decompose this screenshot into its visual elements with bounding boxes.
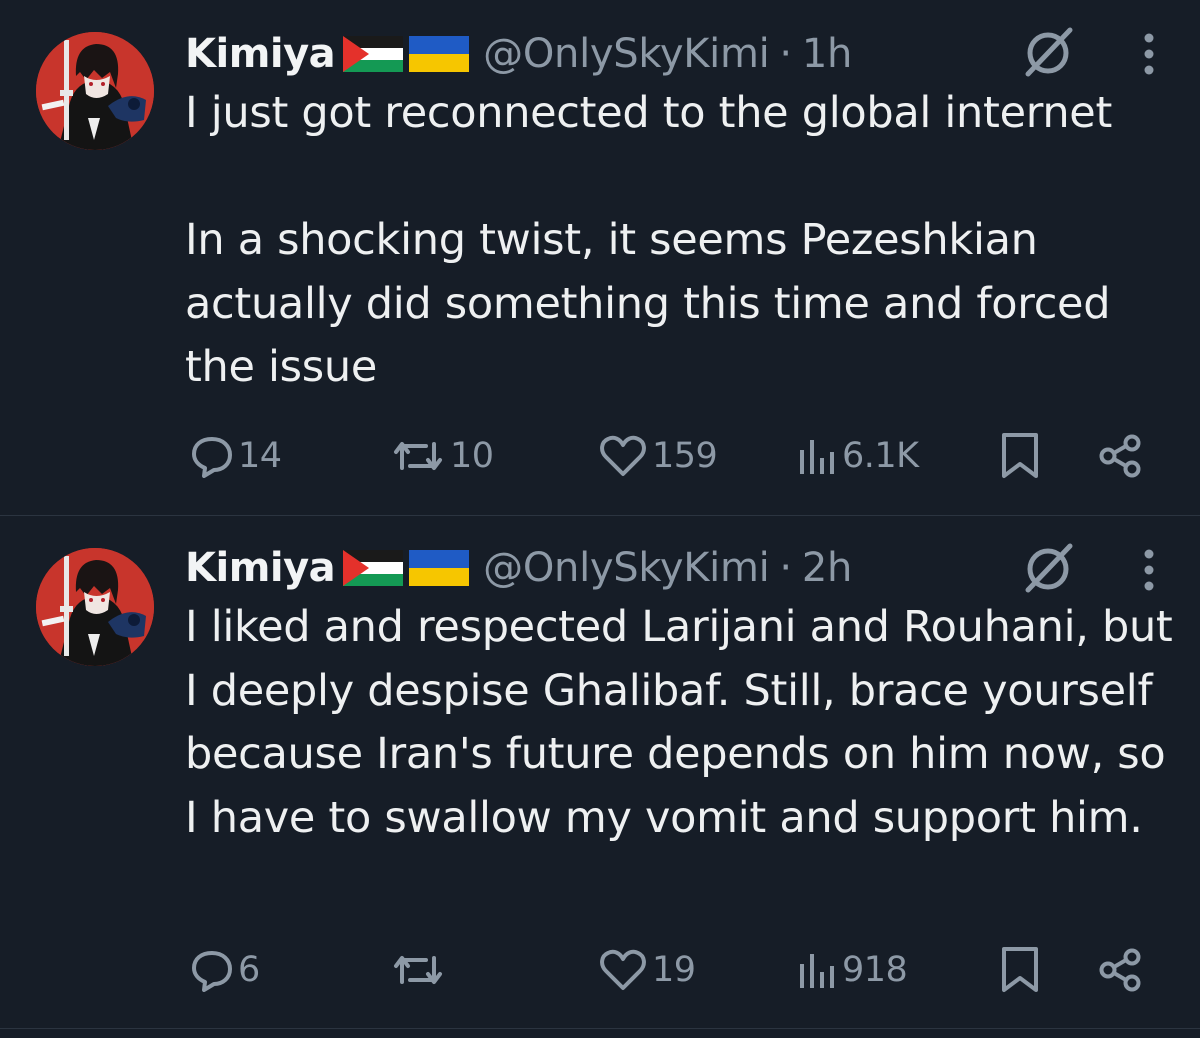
- repost-arrows-icon: [394, 956, 442, 984]
- share-button[interactable]: [1098, 940, 1144, 1000]
- reply-button[interactable]: 14: [190, 426, 282, 486]
- repost-button[interactable]: 10: [390, 426, 494, 486]
- tweet-text: I just got reconnected to the global int…: [185, 82, 1175, 400]
- tweet-header: Kimiya @OnlySkyKimi · 2h: [185, 542, 852, 594]
- tweet-paragraph: I liked and respected Larijani and Rouha…: [185, 602, 1173, 843]
- heart-icon: [600, 949, 646, 990]
- tweet-divider: [0, 1028, 1200, 1029]
- display-name[interactable]: Kimiya: [185, 545, 336, 591]
- repost-button[interactable]: [390, 940, 450, 1000]
- speech-bubble-icon: [192, 951, 232, 992]
- speech-bubble-icon: [192, 437, 232, 478]
- tweet[interactable]: Kimiya @OnlySkyKimi · 2h I liked and res…: [0, 516, 1200, 1028]
- slashed-circle-icon[interactable]: [1020, 542, 1080, 594]
- view-count: 918: [842, 950, 908, 990]
- ukraine-flag-icon: [409, 550, 470, 586]
- like-count: 19: [652, 950, 696, 990]
- timestamp[interactable]: 1h: [802, 31, 853, 77]
- share-icon: [1099, 948, 1141, 992]
- vertical-dots-icon[interactable]: [1134, 548, 1164, 592]
- like-button[interactable]: 19: [598, 940, 696, 1000]
- slashed-circle-icon[interactable]: [1020, 26, 1080, 78]
- tweet-paragraph: I just got reconnected to the global int…: [185, 88, 1113, 138]
- tweet-paragraph: In a shocking twist, it seems Pezeshkian…: [185, 215, 1111, 392]
- view-count: 6.1K: [842, 436, 919, 476]
- tweet[interactable]: Kimiya @OnlySkyKimi · 1h I just got reco…: [0, 0, 1200, 515]
- views-button[interactable]: 6.1K: [796, 426, 919, 486]
- share-icon: [1099, 434, 1141, 478]
- like-button[interactable]: 159: [598, 426, 718, 486]
- palestine-flag-icon: [343, 550, 404, 586]
- reply-count: 6: [238, 950, 260, 990]
- tweet-header: Kimiya @OnlySkyKimi · 1h: [185, 28, 852, 80]
- bar-chart-icon: [800, 954, 834, 988]
- timestamp[interactable]: 2h: [802, 545, 853, 591]
- handle[interactable]: @OnlySkyKimi: [483, 31, 770, 77]
- bookmark-icon: [1002, 947, 1038, 992]
- display-name[interactable]: Kimiya: [185, 31, 336, 77]
- palestine-flag-icon: [343, 36, 404, 72]
- avatar[interactable]: [36, 548, 154, 666]
- bar-chart-icon: [800, 440, 834, 474]
- action-bar: 6 19 918: [0, 940, 1200, 1000]
- handle[interactable]: @OnlySkyKimi: [483, 545, 770, 591]
- bookmark-button[interactable]: [998, 426, 1042, 486]
- repost-arrows-icon: [394, 442, 442, 470]
- views-button[interactable]: 918: [796, 940, 908, 1000]
- tweet-text: I liked and respected Larijani and Rouha…: [185, 596, 1175, 850]
- like-count: 159: [652, 436, 718, 476]
- share-button[interactable]: [1098, 426, 1144, 486]
- time-separator: ·: [779, 31, 792, 77]
- reply-count: 14: [238, 436, 282, 476]
- ukraine-flag-icon: [409, 36, 470, 72]
- vertical-dots-icon[interactable]: [1134, 32, 1164, 76]
- action-bar: 14 10 159 6.1K: [0, 426, 1200, 486]
- avatar[interactable]: [36, 32, 154, 150]
- reply-button[interactable]: 6: [190, 940, 260, 1000]
- bookmark-button[interactable]: [998, 940, 1042, 1000]
- repost-count: 10: [450, 436, 494, 476]
- time-separator: ·: [779, 545, 792, 591]
- heart-icon: [600, 435, 646, 476]
- bookmark-icon: [1002, 433, 1038, 478]
